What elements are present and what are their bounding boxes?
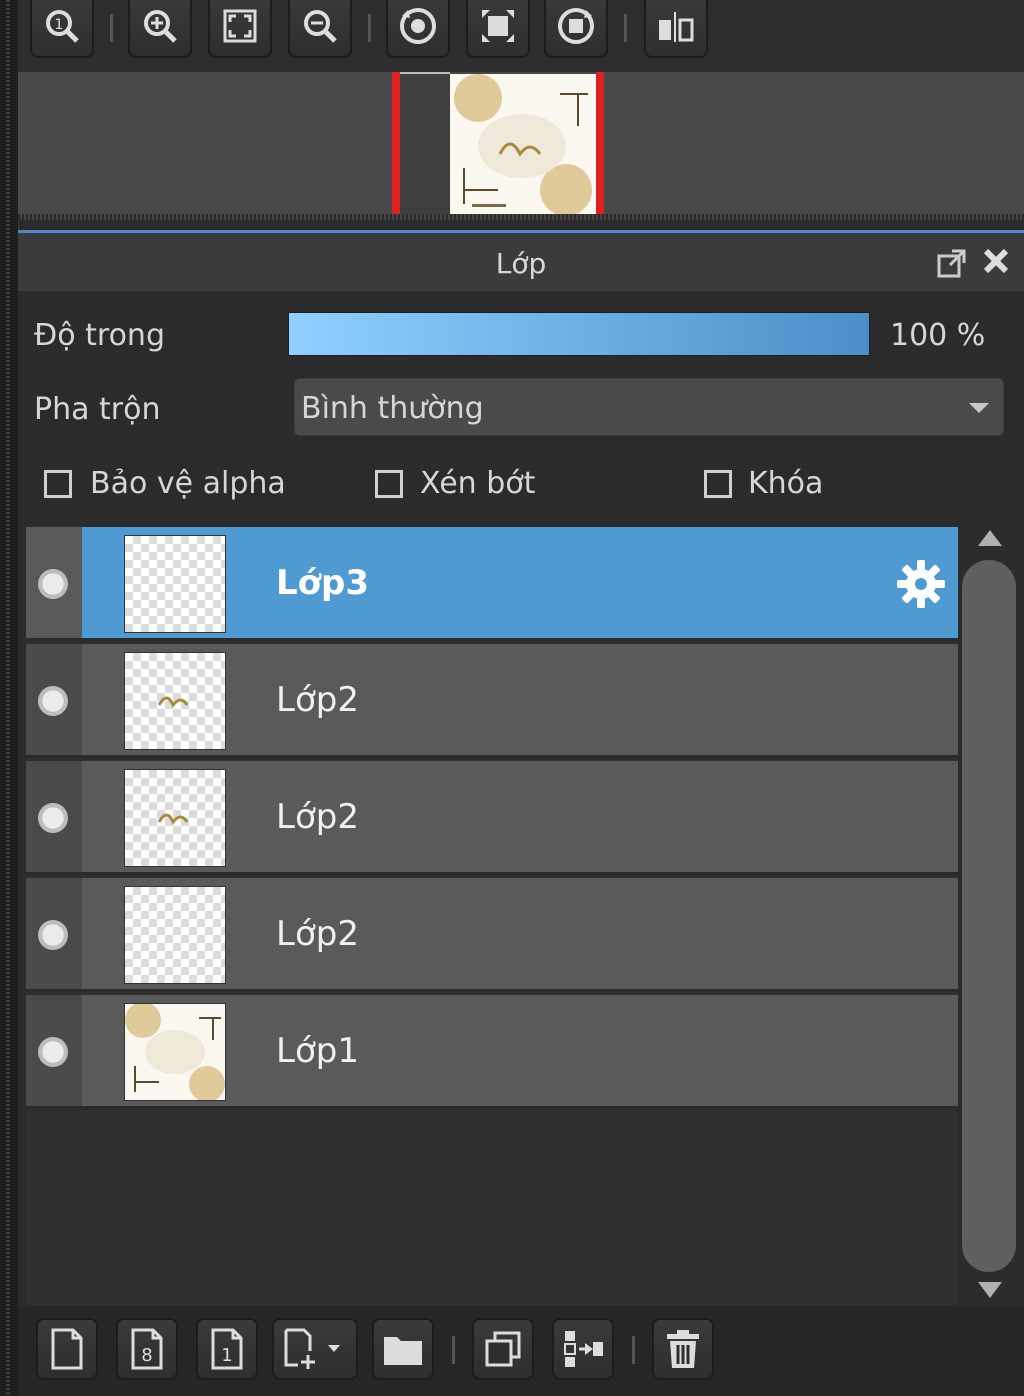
- layer-row[interactable]: Lớp2: [26, 761, 958, 875]
- zoom-actual-size-button[interactable]: 1: [30, 0, 94, 58]
- clipping-label: Xén bớt: [420, 466, 536, 501]
- view-frame-left-edge: [392, 72, 400, 218]
- toolbar-separator: [624, 14, 627, 42]
- new-page-icon: [51, 1328, 83, 1370]
- navigator-toolbar: 1: [18, 0, 1024, 72]
- new-layer-button[interactable]: [36, 1318, 98, 1380]
- fit-screen-icon: [223, 9, 257, 43]
- layer-name: Lớp1: [276, 1031, 359, 1071]
- new-1bit-layer-button[interactable]: 1: [196, 1318, 258, 1380]
- layer-name: Lớp2: [276, 680, 359, 720]
- delete-layer-button[interactable]: [652, 1318, 714, 1380]
- svg-text:1: 1: [55, 17, 64, 33]
- new-folder-button[interactable]: [372, 1318, 434, 1380]
- clipping-checkbox[interactable]: [375, 470, 403, 498]
- rotate-right-icon: [558, 8, 594, 44]
- duplicate-layer-button[interactable]: [472, 1318, 534, 1380]
- chevron-down-icon: [969, 403, 989, 413]
- opacity-value: 100 %: [890, 318, 986, 353]
- 8bit-layer-icon: 8: [131, 1328, 163, 1370]
- scroll-up-icon[interactable]: [978, 530, 1002, 546]
- zoom-in-icon: [144, 10, 177, 43]
- duplicate-icon: [485, 1331, 521, 1367]
- flip-horizontal-button[interactable]: [644, 0, 708, 58]
- layer-row[interactable]: Lớp2: [26, 878, 958, 992]
- layer-list: Lớp3 Lớp2 Lớp2 Lớp2 Lớp1: [26, 527, 958, 1307]
- reset-view-button[interactable]: [466, 0, 530, 58]
- close-icon: [983, 248, 1009, 274]
- visibility-toggle[interactable]: [38, 920, 68, 950]
- view-frame-right-edge: [596, 72, 604, 218]
- zoom-out-button[interactable]: [288, 0, 352, 58]
- visibility-toggle[interactable]: [38, 1037, 68, 1067]
- toolbar-separator: [368, 14, 371, 42]
- lock-checkbox[interactable]: [704, 470, 732, 498]
- blend-mode-value: Bình thường: [301, 391, 484, 426]
- alpha-protect-label: Bảo vệ alpha: [90, 466, 286, 501]
- layer-row[interactable]: Lớp3: [26, 527, 958, 641]
- trash-icon: [667, 1330, 699, 1368]
- splitter-handle[interactable]: [18, 214, 1024, 220]
- layer-name: Lớp2: [276, 797, 359, 837]
- navigator-preview[interactable]: [18, 72, 1024, 220]
- new-8bit-layer-button[interactable]: 8: [116, 1318, 178, 1380]
- fullscreen-icon: [482, 10, 514, 42]
- svg-text:8: 8: [141, 1345, 152, 1366]
- layer-row[interactable]: Lớp1: [26, 995, 958, 1109]
- layer-name: Lớp2: [276, 914, 359, 954]
- toolbar-separator: [632, 1336, 635, 1364]
- layer-row[interactable]: Lớp2: [26, 644, 958, 758]
- zoom-one-icon: 1: [46, 10, 79, 43]
- visibility-toggle[interactable]: [38, 686, 68, 716]
- layer-settings-button[interactable]: [894, 557, 948, 611]
- merge-down-button[interactable]: [552, 1318, 614, 1380]
- opacity-label: Độ trong: [34, 318, 165, 353]
- svg-text:1: 1: [221, 1345, 232, 1366]
- fit-window-button[interactable]: [208, 0, 272, 58]
- flip-horizontal-icon: [659, 12, 694, 42]
- add-layer-menu-button[interactable]: [272, 1318, 358, 1380]
- close-panel-button[interactable]: [980, 245, 1012, 277]
- scroll-down-icon[interactable]: [978, 1282, 1002, 1298]
- lock-label: Khóa: [748, 466, 824, 501]
- add-layer-dropdown-icon: [284, 1328, 340, 1369]
- blend-mode-select[interactable]: Bình thường: [294, 378, 1004, 436]
- canvas-thumbnail: [450, 74, 596, 218]
- layer-thumbnail: [124, 886, 226, 984]
- rotate-left-button[interactable]: [386, 0, 450, 58]
- panel-title: Lớp: [495, 247, 547, 280]
- merge-layer-icon: [564, 1331, 603, 1367]
- 1bit-layer-icon: 1: [211, 1328, 243, 1370]
- blend-mode-label: Pha trộn: [34, 392, 161, 427]
- layer-thumbnail: [124, 652, 226, 750]
- layer-thumbnail: [124, 535, 226, 633]
- zoom-in-button[interactable]: [128, 0, 192, 58]
- dock-edge-strip: [0, 0, 19, 1396]
- zoom-out-icon: [304, 10, 337, 43]
- layer-name: Lớp3: [276, 563, 370, 603]
- scrollbar-thumb[interactable]: [962, 560, 1016, 1272]
- folder-icon: [384, 1337, 422, 1365]
- alpha-protect-checkbox[interactable]: [44, 470, 72, 498]
- rotate-left-icon: [400, 8, 436, 44]
- layer-thumbnail: [124, 769, 226, 867]
- visibility-toggle[interactable]: [38, 569, 68, 599]
- external-window-icon: [937, 249, 966, 278]
- gear-icon: [897, 560, 945, 608]
- layer-thumbnail: [124, 1003, 226, 1101]
- layer-panel-header: Lớp: [18, 233, 1024, 291]
- rotate-right-button[interactable]: [544, 0, 608, 58]
- visibility-toggle[interactable]: [38, 803, 68, 833]
- opacity-slider[interactable]: [288, 312, 870, 356]
- toolbar-separator: [110, 14, 113, 42]
- view-frame-margin: [400, 72, 450, 220]
- float-panel-button[interactable]: [936, 247, 968, 279]
- toolbar-separator: [452, 1336, 455, 1364]
